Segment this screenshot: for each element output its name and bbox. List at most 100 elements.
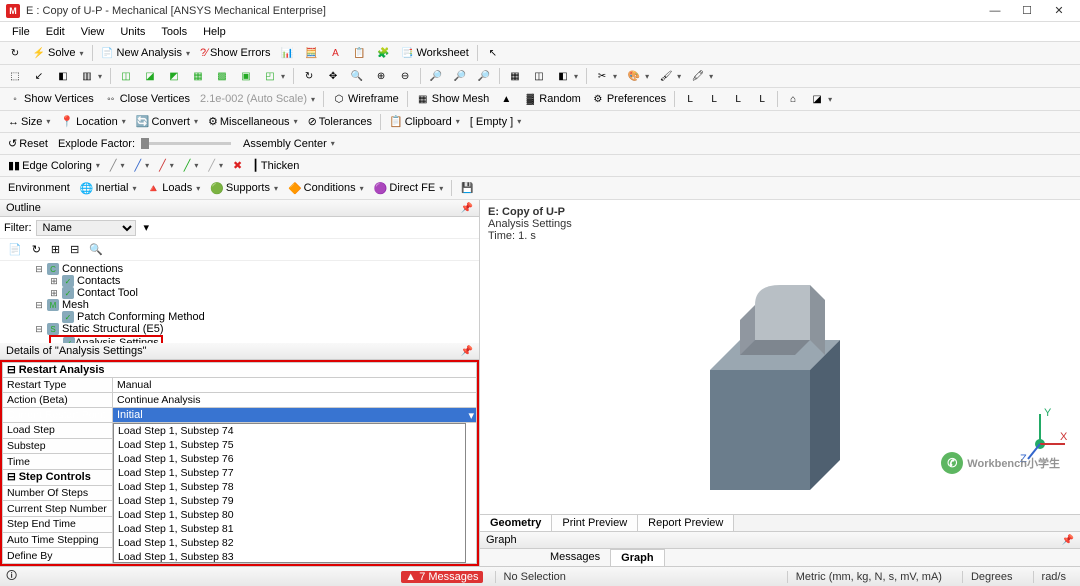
minimize-button[interactable]: —: [980, 2, 1010, 20]
auto-scale-combo[interactable]: 2.1e-002 (Auto Scale): [196, 91, 319, 107]
pin2-icon[interactable]: 📌: [461, 346, 473, 357]
ec-x-icon[interactable]: ✖: [229, 157, 246, 174]
tool-c-icon[interactable]: A: [324, 44, 346, 62]
conditions-menu[interactable]: 🔶 Conditions: [284, 180, 368, 197]
preferences-button[interactable]: ⚙Preferences: [587, 90, 670, 108]
messages-badge[interactable]: ▲ 7 Messages: [401, 571, 482, 583]
reset-button[interactable]: ↺ Reset: [4, 135, 52, 152]
sel-vertex-icon[interactable]: ⬚: [4, 67, 26, 85]
dropdown-option[interactable]: Load Step 1, Substep 77: [114, 466, 465, 480]
tree-btn2[interactable]: ↻: [28, 241, 45, 258]
home-icon[interactable]: ⌂: [782, 90, 804, 108]
paint-icon[interactable]: 🖌: [655, 67, 685, 85]
menu-tools[interactable]: Tools: [153, 24, 195, 40]
env-save-icon[interactable]: 💾: [456, 179, 478, 197]
ec2-icon[interactable]: ╱: [130, 157, 153, 174]
cube4-icon[interactable]: ▦: [187, 67, 209, 85]
menu-units[interactable]: Units: [112, 24, 153, 40]
color-icon[interactable]: 🎨: [623, 67, 653, 85]
close-button[interactable]: ✕: [1044, 2, 1074, 20]
cube2-icon[interactable]: ◪: [139, 67, 161, 85]
row-action[interactable]: Action (Beta)Continue Analysis: [3, 393, 477, 408]
dropdown-option[interactable]: Load Step 1, Substep 74: [114, 424, 465, 438]
tree-node[interactable]: ⊟MMesh: [4, 299, 475, 311]
tool-e-icon[interactable]: 🧩: [372, 44, 394, 62]
pin3-icon[interactable]: 📌: [1062, 535, 1074, 546]
filter-select[interactable]: Name: [36, 220, 136, 236]
tab-report-preview[interactable]: Report Preview: [638, 515, 734, 531]
show-errors-button[interactable]: ?∕Show Errors: [196, 45, 275, 61]
clipboard-menu[interactable]: 📋 Clipboard: [385, 113, 464, 130]
misc-menu[interactable]: ⚙ Miscellaneous: [204, 113, 302, 130]
menu-view[interactable]: View: [73, 24, 113, 40]
mag1-icon[interactable]: 🔎: [425, 67, 447, 85]
tool-b-icon[interactable]: 🧮: [300, 44, 322, 62]
cube6-icon[interactable]: ▣: [235, 67, 257, 85]
arrow-dn[interactable]: ◪: [806, 90, 836, 108]
mesh-k-icon[interactable]: ▲: [495, 90, 517, 108]
tree-collapse-icon[interactable]: ⊟: [66, 241, 83, 258]
size-menu[interactable]: ↔ Size: [4, 114, 54, 130]
close-vertices-button[interactable]: ◦◦Close Vertices: [100, 90, 194, 108]
show-vertices-button[interactable]: ◦Show Vertices: [4, 90, 98, 108]
csys4-icon[interactable]: L: [751, 90, 773, 108]
pin-icon[interactable]: 📌: [461, 203, 473, 214]
ec1-icon[interactable]: ╱: [106, 157, 129, 174]
solve-button[interactable]: ⚡Solve: [28, 44, 88, 62]
loads-menu[interactable]: 🔺 Loads: [143, 180, 205, 197]
tab-messages[interactable]: Messages: [540, 549, 610, 566]
restart-point-dropdown[interactable]: Load Step 1, Substep 74Load Step 1, Subs…: [113, 423, 476, 563]
tree-node[interactable]: ⊟SStatic Structural (E5): [4, 323, 475, 335]
convert-menu[interactable]: 🔄 Convert: [132, 113, 202, 130]
viewport[interactable]: E: Copy of U-P Analysis Settings Time: 1…: [480, 200, 1080, 514]
csys3-icon[interactable]: L: [727, 90, 749, 108]
palette-icon[interactable]: 🖍: [687, 67, 717, 85]
zoom-fit-icon[interactable]: ⊕: [370, 67, 392, 85]
filter-clear-icon[interactable]: ▾: [140, 219, 154, 236]
tab-geometry[interactable]: Geometry: [480, 515, 552, 531]
dropdown-option[interactable]: Load Step 1, Substep 82: [114, 536, 465, 550]
dropdown-option[interactable]: Load Step 1, Substep 80: [114, 508, 465, 522]
pointer-icon[interactable]: ↖: [482, 44, 504, 62]
dropdown-option[interactable]: Load Step 1, Substep 83: [114, 550, 465, 563]
tolerances-menu[interactable]: ⊘ Tolerances: [304, 113, 376, 130]
menu-edit[interactable]: Edit: [38, 24, 73, 40]
tab-graph[interactable]: Graph: [610, 549, 664, 566]
mag3-icon[interactable]: 🔎: [473, 67, 495, 85]
csys1-icon[interactable]: L: [679, 90, 701, 108]
zoom-icon[interactable]: ⊖: [394, 67, 416, 85]
outline-tree[interactable]: ⊟CConnections⊞✓Contacts⊞✓Contact Tool⊟MM…: [0, 261, 479, 343]
clipboard-empty[interactable]: [ Empty ]: [466, 114, 525, 130]
sel-edge-icon[interactable]: ↙: [28, 67, 50, 85]
view2-icon[interactable]: ◫: [528, 67, 550, 85]
zoom-box-icon[interactable]: 🔍: [346, 67, 368, 85]
row-load-step[interactable]: Load Step Load Step 1, Substep 74Load St…: [3, 423, 477, 439]
csys2-icon[interactable]: L: [703, 90, 725, 108]
sel-body-icon[interactable]: ▥: [76, 67, 106, 85]
ec5-icon[interactable]: ╱: [204, 157, 227, 174]
tab-print-preview[interactable]: Print Preview: [552, 515, 638, 531]
location-menu[interactable]: 📍 Location: [56, 113, 129, 130]
dropdown-option[interactable]: Load Step 1, Substep 81: [114, 522, 465, 536]
tree-node[interactable]: ⊞✓Contacts: [4, 275, 475, 287]
tree-node[interactable]: ✓Patch Conforming Method: [4, 311, 475, 323]
dropdown-option[interactable]: Load Step 1, Substep 78: [114, 480, 465, 494]
pan-icon[interactable]: ✥: [322, 67, 344, 85]
tree-node[interactable]: ⊟CConnections: [4, 263, 475, 275]
thicken-button[interactable]: ┃Thicken: [248, 157, 303, 174]
menu-help[interactable]: Help: [195, 24, 234, 40]
row-current-restart-point[interactable]: Current Restart Point Initial▾: [3, 408, 477, 423]
assembly-combo[interactable]: Assembly Center: [239, 136, 339, 152]
tree-expand-icon[interactable]: ⊞: [47, 241, 64, 258]
edge-coloring-menu[interactable]: ▮▮ Edge Coloring: [4, 157, 104, 174]
dropdown-option[interactable]: Load Step 1, Substep 79: [114, 494, 465, 508]
refresh-icon[interactable]: ↻: [4, 44, 26, 62]
random-button[interactable]: ▓Random: [519, 90, 585, 108]
menu-file[interactable]: File: [4, 24, 38, 40]
mag2-icon[interactable]: 🔎: [449, 67, 471, 85]
dropdown-option[interactable]: Load Step 1, Substep 75: [114, 438, 465, 452]
wireframe-button[interactable]: ⬡Wireframe: [328, 90, 403, 108]
sel-face-icon[interactable]: ◧: [52, 67, 74, 85]
inertial-menu[interactable]: 🌐 Inertial: [76, 180, 141, 197]
show-mesh-button[interactable]: ▦Show Mesh: [412, 90, 493, 108]
